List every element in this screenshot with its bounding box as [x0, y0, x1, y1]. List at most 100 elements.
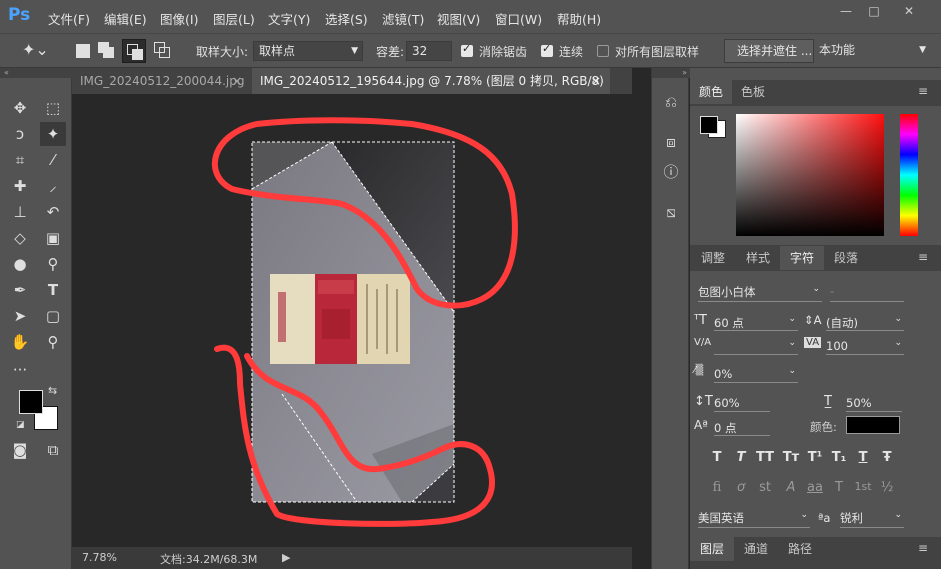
- menu-select[interactable]: 选择(S): [325, 9, 368, 28]
- status-menu-arrow-icon[interactable]: ▶: [282, 551, 290, 564]
- swap-colors-icon[interactable]: ⇆: [48, 384, 57, 397]
- panel-menu-icon[interactable]: ≡: [918, 541, 928, 555]
- tab-img-200044[interactable]: IMG_20240512_200044.jpg ×: [72, 68, 250, 94]
- magic-wand-preset-icon[interactable]: ✦⌄: [22, 40, 54, 62]
- pen-tool-icon[interactable]: ✒: [7, 278, 33, 302]
- subscript-button[interactable]: T₁: [828, 450, 850, 465]
- select-and-mask-button[interactable]: 选择并遮住 ...: [724, 39, 814, 63]
- font-style-select[interactable]: -: [830, 284, 904, 302]
- tab-adjustments[interactable]: 调整: [690, 246, 736, 270]
- color-spectrum-field[interactable]: [736, 114, 884, 236]
- language-select[interactable]: 美国英语 ⌄: [698, 510, 810, 528]
- dodge-tool-icon[interactable]: ⚲: [40, 252, 66, 276]
- discretionary-ligatures-button[interactable]: ơ: [730, 480, 752, 495]
- move-tool-icon[interactable]: ✥: [7, 96, 33, 120]
- fractions-button[interactable]: ½: [876, 480, 898, 495]
- tsume-input[interactable]: 0% ⌄: [714, 366, 798, 383]
- screen-mode-icon[interactable]: ⧉: [40, 438, 66, 462]
- close-tab-icon[interactable]: ×: [232, 68, 242, 94]
- eyedropper-tool-icon[interactable]: ⁄: [40, 148, 66, 172]
- properties-panel-icon[interactable]: ⧅: [658, 200, 684, 224]
- tab-channels[interactable]: 通道: [734, 537, 778, 561]
- close-tab-icon[interactable]: ×: [591, 68, 601, 94]
- magic-wand-tool-icon[interactable]: ✦: [40, 122, 66, 146]
- horizontal-scale-input[interactable]: 50%: [846, 396, 902, 412]
- contextual-alternates-button[interactable]: st: [754, 480, 776, 495]
- stylistic-alternates-button[interactable]: aa: [804, 480, 826, 495]
- panel-menu-icon[interactable]: ≡: [918, 250, 928, 264]
- tab-paragraph[interactable]: 段落: [824, 246, 868, 270]
- history-panel-icon[interactable]: ⎌: [658, 90, 684, 114]
- tolerance-input[interactable]: 32: [406, 41, 452, 61]
- hand-tool-icon[interactable]: ✋: [7, 330, 33, 354]
- zoom-level[interactable]: 7.78%: [82, 551, 117, 564]
- history-brush-tool-icon[interactable]: ↶: [40, 200, 66, 224]
- baseline-shift-input[interactable]: 0 点: [714, 420, 770, 436]
- faux-italic-button[interactable]: T: [730, 450, 752, 465]
- blur-tool-icon[interactable]: ●: [7, 252, 33, 276]
- ligatures-button[interactable]: fi: [706, 480, 728, 495]
- intersect-selection-icon[interactable]: [154, 42, 172, 60]
- all-caps-button[interactable]: TT: [754, 450, 776, 465]
- panel-menu-icon[interactable]: ≡: [918, 84, 928, 98]
- workspace-select[interactable]: 本功能 ▼: [814, 41, 930, 61]
- close-window-button[interactable]: ✕: [897, 2, 921, 20]
- menu-image[interactable]: 图像(I): [160, 9, 198, 28]
- quick-mask-icon[interactable]: ◙: [7, 438, 33, 462]
- sample-all-layers-checkbox[interactable]: [597, 45, 609, 57]
- menu-view[interactable]: 视图(V): [437, 9, 480, 28]
- superscript-button[interactable]: T¹: [804, 450, 826, 465]
- strikethrough-button[interactable]: Ŧ: [876, 450, 898, 465]
- menu-file[interactable]: 文件(F): [48, 9, 90, 28]
- tab-styles[interactable]: 样式: [736, 246, 780, 270]
- add-to-selection-icon[interactable]: [98, 42, 116, 60]
- subtract-from-selection-icon[interactable]: [122, 39, 146, 63]
- eraser-tool-icon[interactable]: ◇: [7, 226, 33, 250]
- vertical-scale-input[interactable]: 60%: [714, 396, 770, 412]
- small-caps-button[interactable]: Tт: [780, 450, 802, 465]
- antialias-method-select[interactable]: 锐利 ⌄: [840, 510, 904, 528]
- menu-type[interactable]: 文字(Y): [268, 9, 310, 28]
- hue-slider[interactable]: [900, 114, 918, 236]
- canvas-area[interactable]: [72, 94, 632, 547]
- clone-stamp-tool-icon[interactable]: ⊥: [7, 200, 33, 224]
- kerning-input[interactable]: ⌄: [714, 338, 798, 355]
- menu-window[interactable]: 窗口(W): [495, 9, 542, 28]
- tracking-input[interactable]: 100 ⌄: [826, 338, 904, 355]
- type-tool-icon[interactable]: T: [40, 278, 66, 302]
- ordinals-button[interactable]: 1st: [852, 480, 874, 493]
- faux-bold-button[interactable]: T: [706, 450, 728, 465]
- crop-tool-icon[interactable]: ⌗: [7, 148, 33, 172]
- antialias-checkbox[interactable]: [461, 42, 473, 57]
- foreground-color-swatch[interactable]: [19, 390, 43, 414]
- menu-filter[interactable]: 滤镜(T): [382, 9, 424, 28]
- tab-img-195644[interactable]: IMG_20240512_195644.jpg @ 7.78% (图层 0 拷贝…: [252, 68, 610, 114]
- document-canvas[interactable]: [72, 94, 632, 547]
- shape-tool-icon[interactable]: ▢: [40, 304, 66, 328]
- color-panel-foreground-swatch[interactable]: [700, 116, 718, 134]
- restore-button[interactable]: □: [862, 2, 886, 20]
- brush-tool-icon[interactable]: ⸝: [40, 174, 66, 198]
- 3d-panel-icon[interactable]: ⧈: [658, 130, 684, 154]
- menu-help[interactable]: 帮助(H): [557, 9, 601, 28]
- sample-size-select[interactable]: 取样点 ▼: [253, 41, 363, 61]
- panel-expand-icon[interactable]: »: [652, 68, 690, 78]
- font-size-input[interactable]: 60 点 ⌄: [714, 314, 798, 331]
- leading-input[interactable]: (自动) ⌄: [826, 314, 904, 331]
- panel-collapse-icon[interactable]: «: [0, 68, 72, 78]
- minimize-button[interactable]: —: [834, 2, 858, 20]
- info-panel-icon[interactable]: ⓘ: [658, 160, 684, 184]
- tab-paths[interactable]: 路径: [778, 537, 822, 561]
- default-colors-icon[interactable]: ◪: [16, 420, 25, 430]
- lasso-tool-icon[interactable]: ↄ: [7, 122, 33, 146]
- new-selection-icon[interactable]: [76, 44, 90, 58]
- underline-button[interactable]: T: [852, 450, 874, 465]
- tab-color[interactable]: 颜色: [690, 80, 732, 104]
- healing-brush-tool-icon[interactable]: ✚: [7, 174, 33, 198]
- more-tools-icon[interactable]: ···: [7, 358, 33, 382]
- path-selection-tool-icon[interactable]: ➤: [7, 304, 33, 328]
- titling-alternates-button[interactable]: T: [828, 480, 850, 495]
- tab-character[interactable]: 字符: [780, 246, 824, 270]
- swash-button[interactable]: A: [780, 480, 802, 495]
- font-family-select[interactable]: 包图小白体 ⌄: [698, 284, 822, 302]
